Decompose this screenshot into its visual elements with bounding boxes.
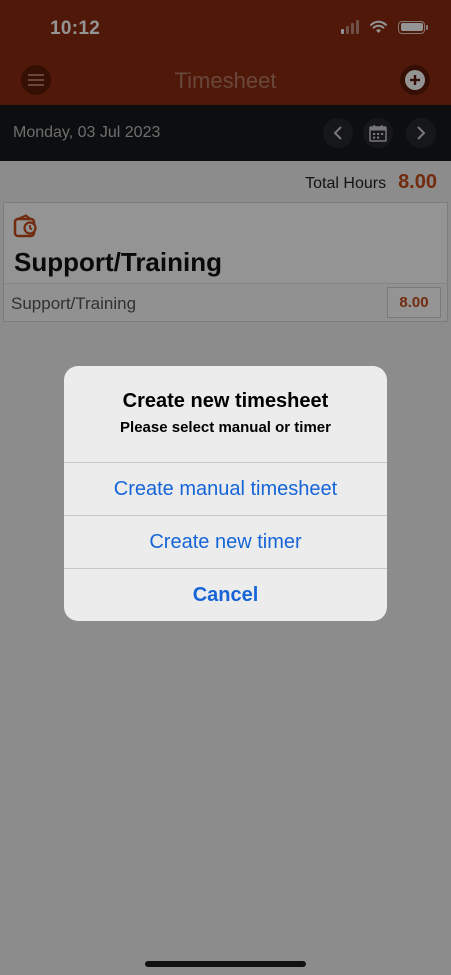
dialog-header: Create new timesheet Please select manua… [64, 366, 387, 462]
create-timesheet-dialog: Create new timesheet Please select manua… [64, 366, 387, 621]
dialog-title: Create new timesheet [122, 390, 329, 412]
cancel-button[interactable]: Cancel [64, 568, 387, 621]
dialog-message: Please select manual or timer [120, 419, 331, 436]
home-indicator[interactable] [145, 961, 306, 967]
create-manual-timesheet-button[interactable]: Create manual timesheet [64, 462, 387, 515]
create-new-timer-button[interactable]: Create new timer [64, 515, 387, 568]
